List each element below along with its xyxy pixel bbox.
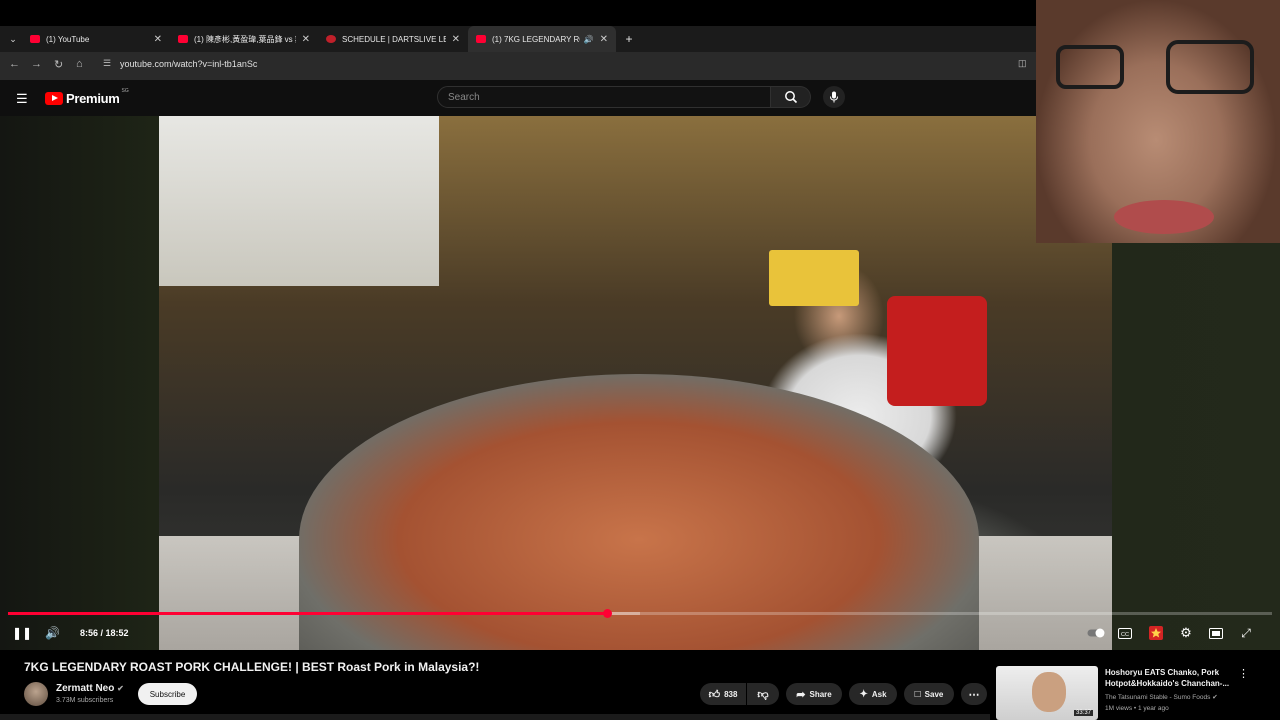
webcam-glasses-left	[1056, 45, 1124, 89]
voice-search-button[interactable]	[823, 86, 845, 108]
bookmark-icon: □	[914, 688, 921, 700]
autoplay-toggle[interactable]	[1087, 626, 1105, 640]
video-red-bucket	[887, 296, 987, 406]
close-tab-icon[interactable]: ✕	[154, 34, 162, 45]
youtube-favicon-icon	[178, 35, 188, 43]
window-top-strip	[0, 0, 1036, 26]
thumbs-up-icon: 👍︎	[708, 688, 721, 701]
recommended-thumbnail-person	[1032, 672, 1066, 712]
autoplay-toggle-icon	[1087, 628, 1105, 638]
channel-avatar[interactable]	[24, 682, 48, 706]
video-frame-roast-pork[interactable]	[159, 116, 1112, 650]
gear-icon: ⚙	[1180, 625, 1192, 640]
dartslive-favicon-icon	[326, 35, 336, 43]
recommended-more-icon[interactable]: ⋮	[1238, 667, 1249, 680]
ask-label: Ask	[871, 689, 887, 699]
forward-arrow-icon[interactable]: →	[31, 58, 42, 70]
tab-roast-pork-video[interactable]: (1) 7KG LEGENDARY ROAST 🔊 ✕	[468, 26, 616, 52]
search-button[interactable]	[771, 86, 811, 108]
theater-mode-icon	[1209, 627, 1223, 639]
webcam-mouth	[1114, 200, 1214, 234]
svg-text:CC: CC	[1121, 632, 1129, 638]
close-tab-icon[interactable]: ✕	[600, 34, 608, 45]
video-title: 7KG LEGENDARY ROAST PORK CHALLENGE! | BE…	[24, 660, 480, 674]
reload-icon[interactable]: ↻	[54, 58, 63, 71]
back-arrow-icon[interactable]: ←	[9, 58, 20, 70]
subscribe-button[interactable]: Subscribe	[138, 683, 197, 705]
verified-badge-icon: ✔	[1212, 694, 1218, 701]
extension-star-icon	[1149, 626, 1163, 640]
captions-icon: CC	[1118, 627, 1132, 639]
channel-name[interactable]: Zermatt Neo ✔	[56, 683, 124, 694]
recommended-channel[interactable]: The Tatsunami Stable - Sumo Foods ✔	[1105, 693, 1218, 701]
tab-darts-match[interactable]: (1) 陳彥彬,黃盈瑋,葉品鋒 vs 鄒 ✕	[170, 26, 318, 52]
like-count: 838	[724, 689, 738, 699]
more-dots-icon: ⋯	[968, 688, 980, 701]
tab-dartslive-schedule[interactable]: SCHEDULE | DARTSLIVE LEAGUE ✕	[318, 26, 468, 52]
search-icon	[784, 91, 797, 104]
install-app-icon[interactable]: ◫	[1018, 58, 1027, 69]
progress-bar[interactable]	[8, 609, 1272, 618]
microphone-icon	[830, 91, 838, 103]
recommended-channel-label: The Tatsunami Stable - Sumo Foods	[1105, 694, 1211, 701]
webcam-overlay	[1036, 0, 1280, 243]
dislike-button[interactable]: 👎︎	[747, 683, 779, 705]
video-roast-pork-bowl	[299, 374, 979, 650]
fullscreen-button[interactable]: ⤢	[1237, 626, 1255, 640]
url-field[interactable]: youtube.com/watch?v=inl-tb1anSc	[120, 59, 257, 69]
like-button[interactable]: 👍︎ 838	[700, 683, 746, 705]
subscriber-count: 3.73M subscribers	[56, 697, 114, 704]
speaker-icon[interactable]: 🔊	[584, 35, 594, 44]
close-tab-icon[interactable]: ✕	[452, 34, 460, 45]
share-label: Share	[809, 689, 832, 699]
sparkle-icon: ✦	[859, 688, 868, 700]
settings-button[interactable]: ⚙	[1177, 625, 1195, 640]
tab-search-dropdown[interactable]: ⌄	[4, 26, 22, 52]
theater-mode-button[interactable]	[1207, 626, 1225, 640]
thumbs-down-icon: 👎︎	[757, 688, 769, 701]
site-settings-icon[interactable]: ☰	[103, 58, 111, 69]
save-button[interactable]: □ Save	[904, 683, 954, 705]
recommended-duration: 33:37	[1074, 710, 1094, 716]
search-box	[437, 86, 771, 108]
time-display: 8:56 / 18:52	[80, 628, 129, 638]
share-button[interactable]: ➦ Share	[786, 683, 842, 705]
description-edge	[0, 714, 990, 720]
captions-button[interactable]: CC	[1116, 626, 1134, 640]
ask-button[interactable]: ✦ Ask	[849, 683, 897, 705]
channel-name-label: Zermatt Neo	[56, 683, 115, 694]
home-icon[interactable]: ⌂	[76, 58, 83, 70]
youtube-premium-logo[interactable]: Premium SG	[45, 88, 129, 106]
video-background-street	[159, 116, 439, 286]
hamburger-menu-icon[interactable]: ☰	[16, 91, 28, 107]
youtube-favicon-icon	[476, 35, 486, 43]
pause-icon[interactable]: ❚❚	[12, 626, 32, 640]
extension-button[interactable]	[1147, 626, 1165, 640]
plus-icon: +	[625, 32, 633, 46]
youtube-favicon-icon	[30, 35, 40, 43]
youtube-play-logo-icon	[45, 92, 63, 105]
volume-icon[interactable]: 🔊	[45, 626, 60, 640]
fullscreen-icon: ⤢	[1241, 625, 1251, 640]
save-label: Save	[924, 689, 944, 699]
search-input[interactable]	[438, 87, 770, 108]
recommended-title[interactable]: Hoshoryu EATS Chanko, Pork Hotpot&Hokkai…	[1105, 667, 1235, 689]
new-tab-button[interactable]: +	[620, 26, 638, 52]
verified-badge-icon: ✔	[117, 684, 124, 693]
share-arrow-icon: ➦	[796, 688, 806, 701]
progress-played	[8, 612, 608, 615]
video-shop-sign	[769, 250, 859, 306]
close-tab-icon[interactable]: ✕	[302, 34, 310, 45]
webcam-glasses-right	[1166, 40, 1254, 94]
tab-youtube-home[interactable]: (1) YouTube ✕	[22, 26, 170, 52]
more-actions-button[interactable]: ⋯	[961, 683, 987, 705]
recommended-meta: 1M views • 1 year ago	[1105, 705, 1169, 712]
chevron-down-icon: ⌄	[9, 33, 17, 44]
